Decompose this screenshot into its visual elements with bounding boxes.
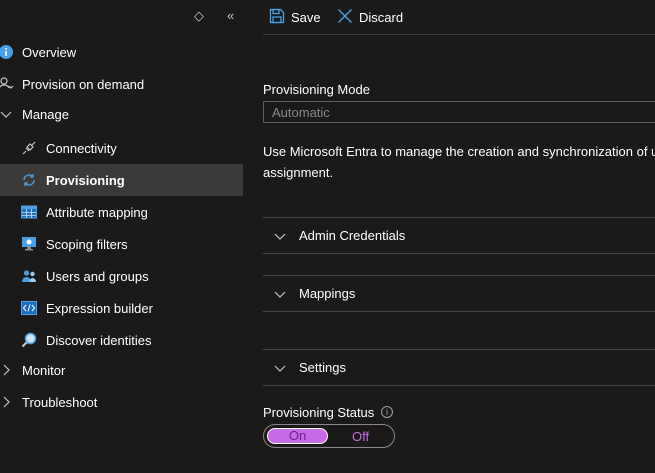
sidebar-item-label: Discover identities: [46, 332, 152, 348]
sidebar-item-provision-on-demand[interactable]: Provision on demand: [0, 68, 243, 100]
close-icon: [337, 8, 353, 27]
expand-collapse-icon[interactable]: ◇: [194, 8, 204, 24]
provisioning-mode-label: Provisioning Mode: [263, 82, 370, 97]
monitor-filter-icon: [21, 236, 37, 252]
sidebar-item-label: Expression builder: [46, 300, 153, 316]
sidebar-item-provisioning[interactable]: Provisioning: [0, 164, 243, 196]
sidebar-item-label: Manage: [22, 106, 69, 122]
sidebar-item-users-and-groups[interactable]: Users and groups: [0, 260, 243, 292]
sidebar-item-label: Attribute mapping: [46, 204, 148, 220]
sidebar-group-manage[interactable]: Manage: [0, 98, 243, 130]
sidebar-item-label: Connectivity: [46, 140, 117, 156]
discard-label: Discard: [359, 9, 404, 25]
save-button[interactable]: Save: [269, 7, 321, 27]
sidebar-item-label: Overview: [22, 44, 77, 60]
sidebar-group-monitor[interactable]: Monitor: [0, 354, 243, 386]
magnifier-icon: [21, 332, 37, 348]
section-label: Admin Credentials: [299, 228, 406, 243]
chevron-right-icon: [0, 394, 14, 410]
chevron-down-icon: [273, 287, 287, 304]
toggle-off-option[interactable]: Off: [352, 429, 369, 444]
sidebar-item-expression-builder[interactable]: Expression builder: [0, 292, 243, 324]
command-bar: Save Discard: [263, 0, 655, 35]
collapse-sidebar-icon[interactable]: «: [227, 8, 234, 23]
chevron-down-icon: [273, 361, 287, 378]
toggle-on-option[interactable]: On: [267, 428, 328, 444]
discard-button[interactable]: Discard: [337, 7, 403, 27]
chevron-down-icon: [273, 229, 287, 246]
sidebar-item-label: Provision on demand: [22, 76, 145, 92]
section-label: Settings: [299, 360, 346, 375]
sidebar-item-label: Monitor: [22, 362, 66, 378]
provisioning-description: Use Microsoft Entra to manage the creati…: [263, 144, 655, 180]
chevron-right-icon: [0, 362, 14, 378]
sidebar-item-overview[interactable]: Overview: [0, 36, 243, 68]
provisioning-status-label: Provisioning Status: [263, 405, 375, 420]
sidebar-item-label: Scoping filters: [46, 236, 128, 252]
info-icon: [0, 44, 14, 60]
save-icon: [269, 8, 285, 27]
plug-icon: [21, 140, 37, 156]
sidebar-item-label: Troubleshoot: [22, 394, 98, 410]
section-settings[interactable]: Settings: [263, 349, 655, 386]
sidebar-item-scoping-filters[interactable]: Scoping filters: [0, 228, 243, 260]
sidebar-item-attribute-mapping[interactable]: Attribute mapping: [0, 196, 243, 228]
sidebar-item-label: Provisioning: [46, 172, 125, 188]
save-label: Save: [291, 9, 321, 25]
section-mappings[interactable]: Mappings: [263, 275, 655, 312]
info-icon[interactable]: i: [381, 406, 393, 418]
provisioning-mode-select[interactable]: Automatic: [263, 101, 655, 123]
code-icon: [21, 300, 37, 316]
sidebar-controls: ◇ «: [163, 8, 243, 26]
table-icon: [21, 204, 37, 220]
sidebar: ◇ « Overview Provision on demand Manage …: [0, 0, 243, 473]
sidebar-group-troubleshoot[interactable]: Troubleshoot: [0, 386, 243, 418]
chevron-down-icon: [0, 106, 14, 122]
sync-icon: [21, 172, 37, 188]
main-content: Save Discard Provisioning Mode Automatic…: [243, 0, 655, 473]
users-icon: [21, 268, 37, 284]
sidebar-item-label: Users and groups: [46, 268, 149, 284]
person-sync-icon: [0, 76, 14, 92]
sidebar-item-connectivity[interactable]: Connectivity: [0, 132, 243, 164]
section-admin-credentials[interactable]: Admin Credentials: [263, 217, 655, 254]
provisioning-mode-value: Automatic: [272, 105, 330, 120]
provisioning-status-toggle[interactable]: On Off: [263, 424, 395, 448]
sidebar-item-discover-identities[interactable]: Discover identities: [0, 324, 243, 356]
section-label: Mappings: [299, 286, 356, 301]
